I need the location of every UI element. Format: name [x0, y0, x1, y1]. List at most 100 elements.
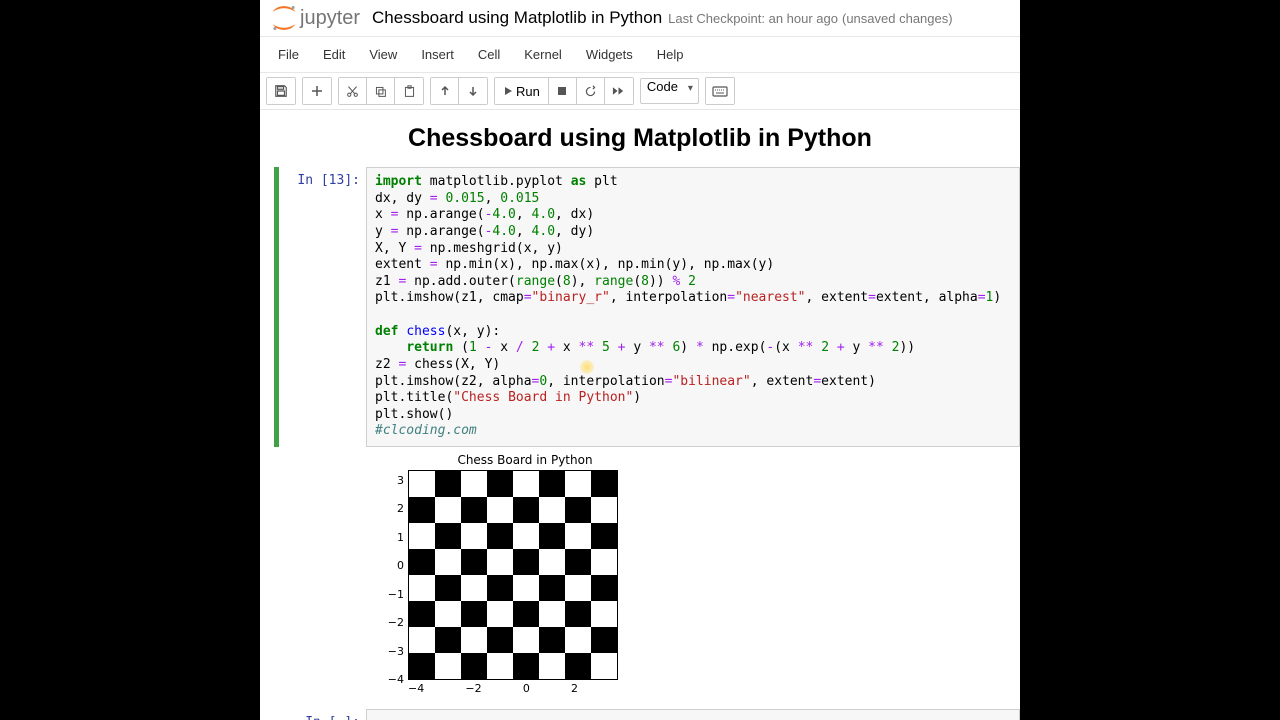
board-square — [565, 549, 591, 575]
keyboard-icon — [712, 86, 728, 97]
paste-button[interactable] — [395, 78, 423, 104]
board-square — [591, 653, 617, 679]
board-square — [539, 627, 565, 653]
board-square — [591, 523, 617, 549]
move-up-button[interactable] — [431, 78, 459, 104]
code-input-area[interactable]: import matplotlib.pyplot as plt dx, dy =… — [366, 167, 1020, 447]
header: jupyter Chessboard using Matplotlib in P… — [260, 0, 1020, 37]
board-square — [435, 575, 461, 601]
board-square — [461, 575, 487, 601]
board-square — [435, 601, 461, 627]
arrow-down-icon — [467, 85, 479, 97]
board-square — [461, 523, 487, 549]
save-icon — [274, 84, 288, 98]
stop-button[interactable] — [549, 78, 577, 104]
jupyter-app: jupyter Chessboard using Matplotlib in P… — [260, 0, 1020, 720]
board-square — [539, 575, 565, 601]
command-palette-button[interactable] — [706, 78, 734, 104]
board-square — [565, 627, 591, 653]
board-square — [513, 627, 539, 653]
page-heading: Chessboard using Matplotlib in Python — [260, 124, 1020, 153]
code-input-area[interactable] — [366, 709, 1020, 720]
board-square — [513, 601, 539, 627]
notebook-title[interactable]: Chessboard using Matplotlib in Python — [372, 8, 662, 28]
board-square — [591, 627, 617, 653]
notebook-area: Chessboard using Matplotlib in Python In… — [260, 110, 1020, 720]
chessboard-grid — [408, 470, 618, 680]
play-icon — [503, 86, 513, 96]
board-square — [409, 601, 435, 627]
board-square — [487, 497, 513, 523]
save-button[interactable] — [267, 78, 295, 104]
run-label: Run — [516, 84, 540, 99]
chart-title: Chess Board in Python — [378, 453, 638, 467]
checkpoint-text: Last Checkpoint: an hour ago — [668, 11, 838, 26]
board-square — [461, 653, 487, 679]
board-square — [539, 653, 565, 679]
menu-help[interactable]: Help — [645, 39, 696, 70]
board-square — [461, 471, 487, 497]
menu-edit[interactable]: Edit — [311, 39, 357, 70]
board-square — [435, 549, 461, 575]
board-square — [435, 627, 461, 653]
board-square — [487, 627, 513, 653]
cell-prompt: In [13]: — [260, 167, 366, 447]
board-square — [591, 471, 617, 497]
board-square — [513, 497, 539, 523]
board-square — [513, 471, 539, 497]
celltype-select[interactable]: Code — [640, 78, 699, 104]
board-square — [539, 497, 565, 523]
menu-cell[interactable]: Cell — [466, 39, 512, 70]
board-square — [487, 601, 513, 627]
board-square — [435, 523, 461, 549]
cut-button[interactable] — [339, 78, 367, 104]
copy-button[interactable] — [367, 78, 395, 104]
move-down-button[interactable] — [459, 78, 487, 104]
board-square — [565, 653, 591, 679]
menu-file[interactable]: File — [266, 39, 311, 70]
board-square — [565, 575, 591, 601]
board-square — [487, 575, 513, 601]
board-square — [513, 523, 539, 549]
board-square — [565, 471, 591, 497]
fast-forward-icon — [612, 86, 625, 96]
restart-button[interactable] — [577, 78, 605, 104]
code-cell-2[interactable]: In [ ]: — [260, 709, 1020, 720]
board-square — [539, 523, 565, 549]
code-cell-1[interactable]: In [13]: import matplotlib.pyplot as plt… — [260, 167, 1020, 447]
menubar: File Edit View Insert Cell Kernel Widget… — [260, 37, 1020, 73]
logo-text: jupyter — [300, 7, 360, 30]
board-square — [461, 627, 487, 653]
stop-icon — [557, 86, 567, 96]
board-square — [539, 549, 565, 575]
board-square — [487, 523, 513, 549]
board-square — [565, 601, 591, 627]
run-button[interactable]: Run — [495, 78, 549, 104]
jupyter-logo-icon — [270, 4, 298, 32]
board-square — [435, 471, 461, 497]
board-square — [409, 523, 435, 549]
board-square — [539, 601, 565, 627]
board-square — [487, 471, 513, 497]
cell-output: Chess Board in Python 3 2 1 0 −1 −2 −3 −… — [366, 447, 1020, 695]
restart-icon — [584, 85, 597, 98]
board-square — [591, 497, 617, 523]
add-cell-button[interactable] — [303, 78, 331, 104]
menu-insert[interactable]: Insert — [409, 39, 466, 70]
menu-view[interactable]: View — [357, 39, 409, 70]
menu-kernel[interactable]: Kernel — [512, 39, 574, 70]
cut-icon — [346, 85, 359, 98]
board-square — [565, 523, 591, 549]
toolbar: Run Code — [260, 73, 1020, 110]
board-square — [591, 575, 617, 601]
board-square — [487, 653, 513, 679]
board-square — [409, 549, 435, 575]
celltype-value: Code — [647, 79, 678, 94]
board-square — [461, 601, 487, 627]
board-square — [409, 575, 435, 601]
jupyter-logo[interactable]: jupyter — [270, 4, 360, 32]
chessboard-chart: Chess Board in Python 3 2 1 0 −1 −2 −3 −… — [378, 453, 638, 695]
restart-run-button[interactable] — [605, 78, 633, 104]
menu-widgets[interactable]: Widgets — [574, 39, 645, 70]
board-square — [461, 497, 487, 523]
